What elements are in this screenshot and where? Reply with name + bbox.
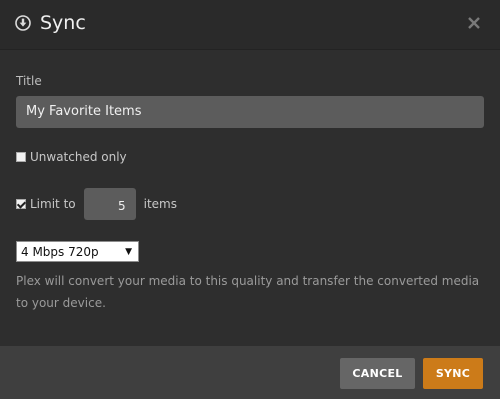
close-icon[interactable] [464, 13, 484, 33]
dialog-body: Title My Favorite Items Unwatched only L… [0, 50, 500, 346]
unwatched-label: Unwatched only [30, 150, 127, 164]
limit-count-input[interactable]: 5 [83, 188, 136, 220]
caret-down-icon: ▼ [125, 246, 132, 257]
cancel-button[interactable]: CANCEL [340, 358, 415, 389]
title-input[interactable]: My Favorite Items [16, 96, 484, 128]
quality-selected-value: 4 Mbps 720p [21, 244, 99, 259]
limit-prefix-label: Limit to [30, 197, 76, 211]
limit-option: Limit to 5 items [16, 188, 177, 220]
sync-dialog: Sync Title My Favorite Items Unwatched o… [0, 0, 500, 399]
unwatched-checkbox[interactable] [16, 152, 26, 162]
unwatched-option[interactable]: Unwatched only [16, 150, 127, 164]
dialog-header: Sync [0, 0, 500, 50]
download-circle-icon [15, 15, 31, 31]
dialog-title: Sync [40, 12, 86, 34]
title-label: Title [16, 74, 42, 88]
dialog-footer: CANCEL SYNC [0, 346, 500, 399]
sync-button[interactable]: SYNC [423, 358, 483, 389]
limit-suffix-label: items [143, 197, 177, 211]
limit-checkbox[interactable] [16, 199, 26, 209]
quality-select[interactable]: 4 Mbps 720p ▼ [16, 241, 139, 262]
quality-help-text: Plex will convert your media to this qua… [16, 274, 480, 310]
